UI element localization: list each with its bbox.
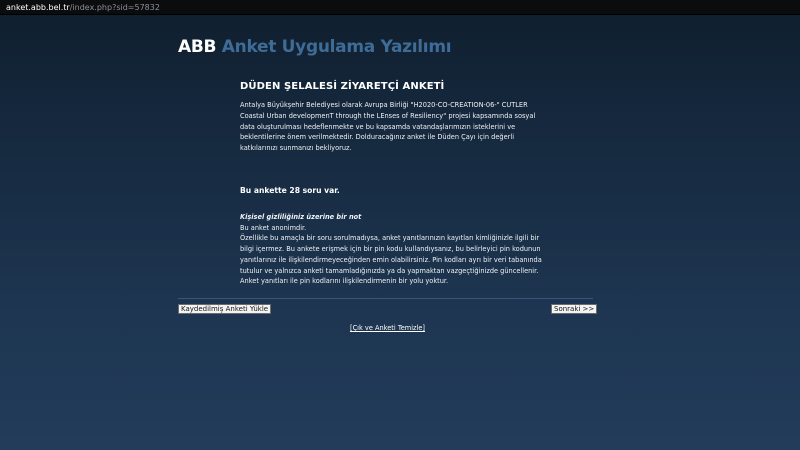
exit-and-clear-link[interactable]: [Çık ve Anketi Temizle] bbox=[350, 324, 425, 333]
logo-subtitle: Anket Uygulama Yazılımı bbox=[216, 37, 452, 57]
url-host: anket.abb.bel.tr bbox=[6, 3, 70, 12]
privacy-anonymous-line: Bu anket anonimdir. bbox=[240, 223, 307, 232]
url-path: /index.php?sid=57832 bbox=[69, 3, 160, 12]
survey-description: Antalya Büyükşehir Belediyesi olarak Avr… bbox=[240, 101, 536, 153]
survey-title: DÜDEN ŞELALESİ ZİYARETÇİ ANKETİ bbox=[240, 81, 445, 92]
site-logo: ABB Anket Uygulama Yazılımı bbox=[178, 36, 452, 58]
privacy-note: Kişisel gizliliğiniz üzerine bir not Bu … bbox=[240, 212, 544, 287]
browser-address-bar[interactable]: anket.abb.bel.tr/index.php?sid=57832 bbox=[0, 0, 800, 15]
next-button[interactable]: Sonraki >> bbox=[551, 304, 598, 314]
divider bbox=[178, 298, 593, 299]
privacy-body: Özellikle bu amaçla bir soru sorulmadıys… bbox=[240, 234, 542, 286]
privacy-title: Kişisel gizliliğiniz üzerine bir not bbox=[240, 213, 362, 221]
load-saved-survey-button[interactable]: Kaydedilmiş Anketi Yükle bbox=[178, 304, 272, 314]
question-count: Bu ankette 28 soru var. bbox=[240, 186, 340, 195]
logo-abb: ABB bbox=[178, 37, 217, 57]
survey-header: DÜDEN ŞELALESİ ZİYARETÇİ ANKETİ bbox=[240, 80, 540, 94]
